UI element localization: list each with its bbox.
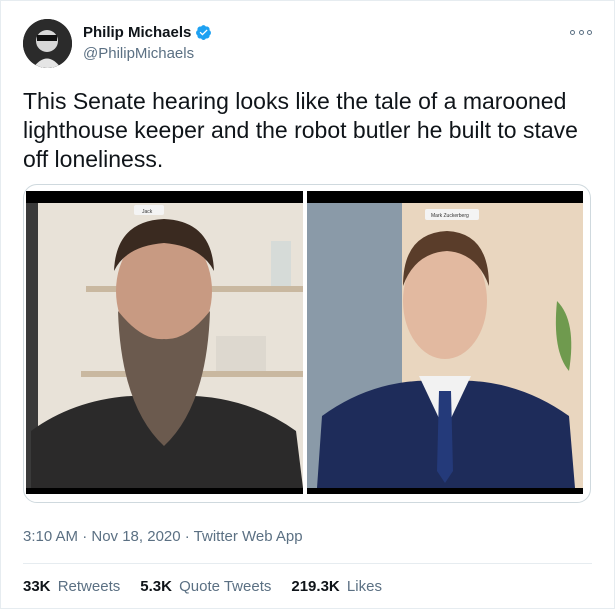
more-options-icon[interactable] [570,25,592,39]
avatar[interactable] [23,19,72,68]
media-right-label: Mark Zuckerberg [431,213,469,219]
retweets-count: 33K [23,578,51,595]
tweet-stats: 33K Retweets 5.3K Quote Tweets 219.3K Li… [23,578,402,595]
tweet-timestamp[interactable]: 3:10 AM · Nov 18, 2020 · Twitter Web App [23,528,303,545]
author-row[interactable]: Philip Michaels [83,24,212,41]
divider [23,563,592,564]
verified-badge-icon [196,25,212,40]
display-name[interactable]: Philip Michaels [83,24,191,41]
likes-count: 219.3K [291,578,340,595]
quote-tweets-count: 5.3K [140,578,172,595]
likes-label: Likes [346,578,382,595]
quote-tweets-label: Quote Tweets [179,578,272,595]
media-frame-right[interactable]: Mark Zuckerberg [307,191,583,494]
user-handle[interactable]: @PhilipMichaels [83,45,194,62]
media-frame-left[interactable]: Jack [26,191,303,494]
tweet-text: This Senate hearing looks like the tale … [23,88,578,172]
retweets-stat[interactable]: 33K Retweets [23,578,120,595]
retweets-label: Retweets [57,578,121,595]
likes-stat[interactable]: 219.3K Likes [291,578,382,595]
media-left-label: Jack [142,209,153,215]
quote-tweets-stat[interactable]: 5.3K Quote Tweets [140,578,271,595]
tweet-card: Philip Michaels @PhilipMichaels This Sen… [0,0,615,609]
tweet-media[interactable]: Jack Mark Zuckerberg [23,184,591,503]
